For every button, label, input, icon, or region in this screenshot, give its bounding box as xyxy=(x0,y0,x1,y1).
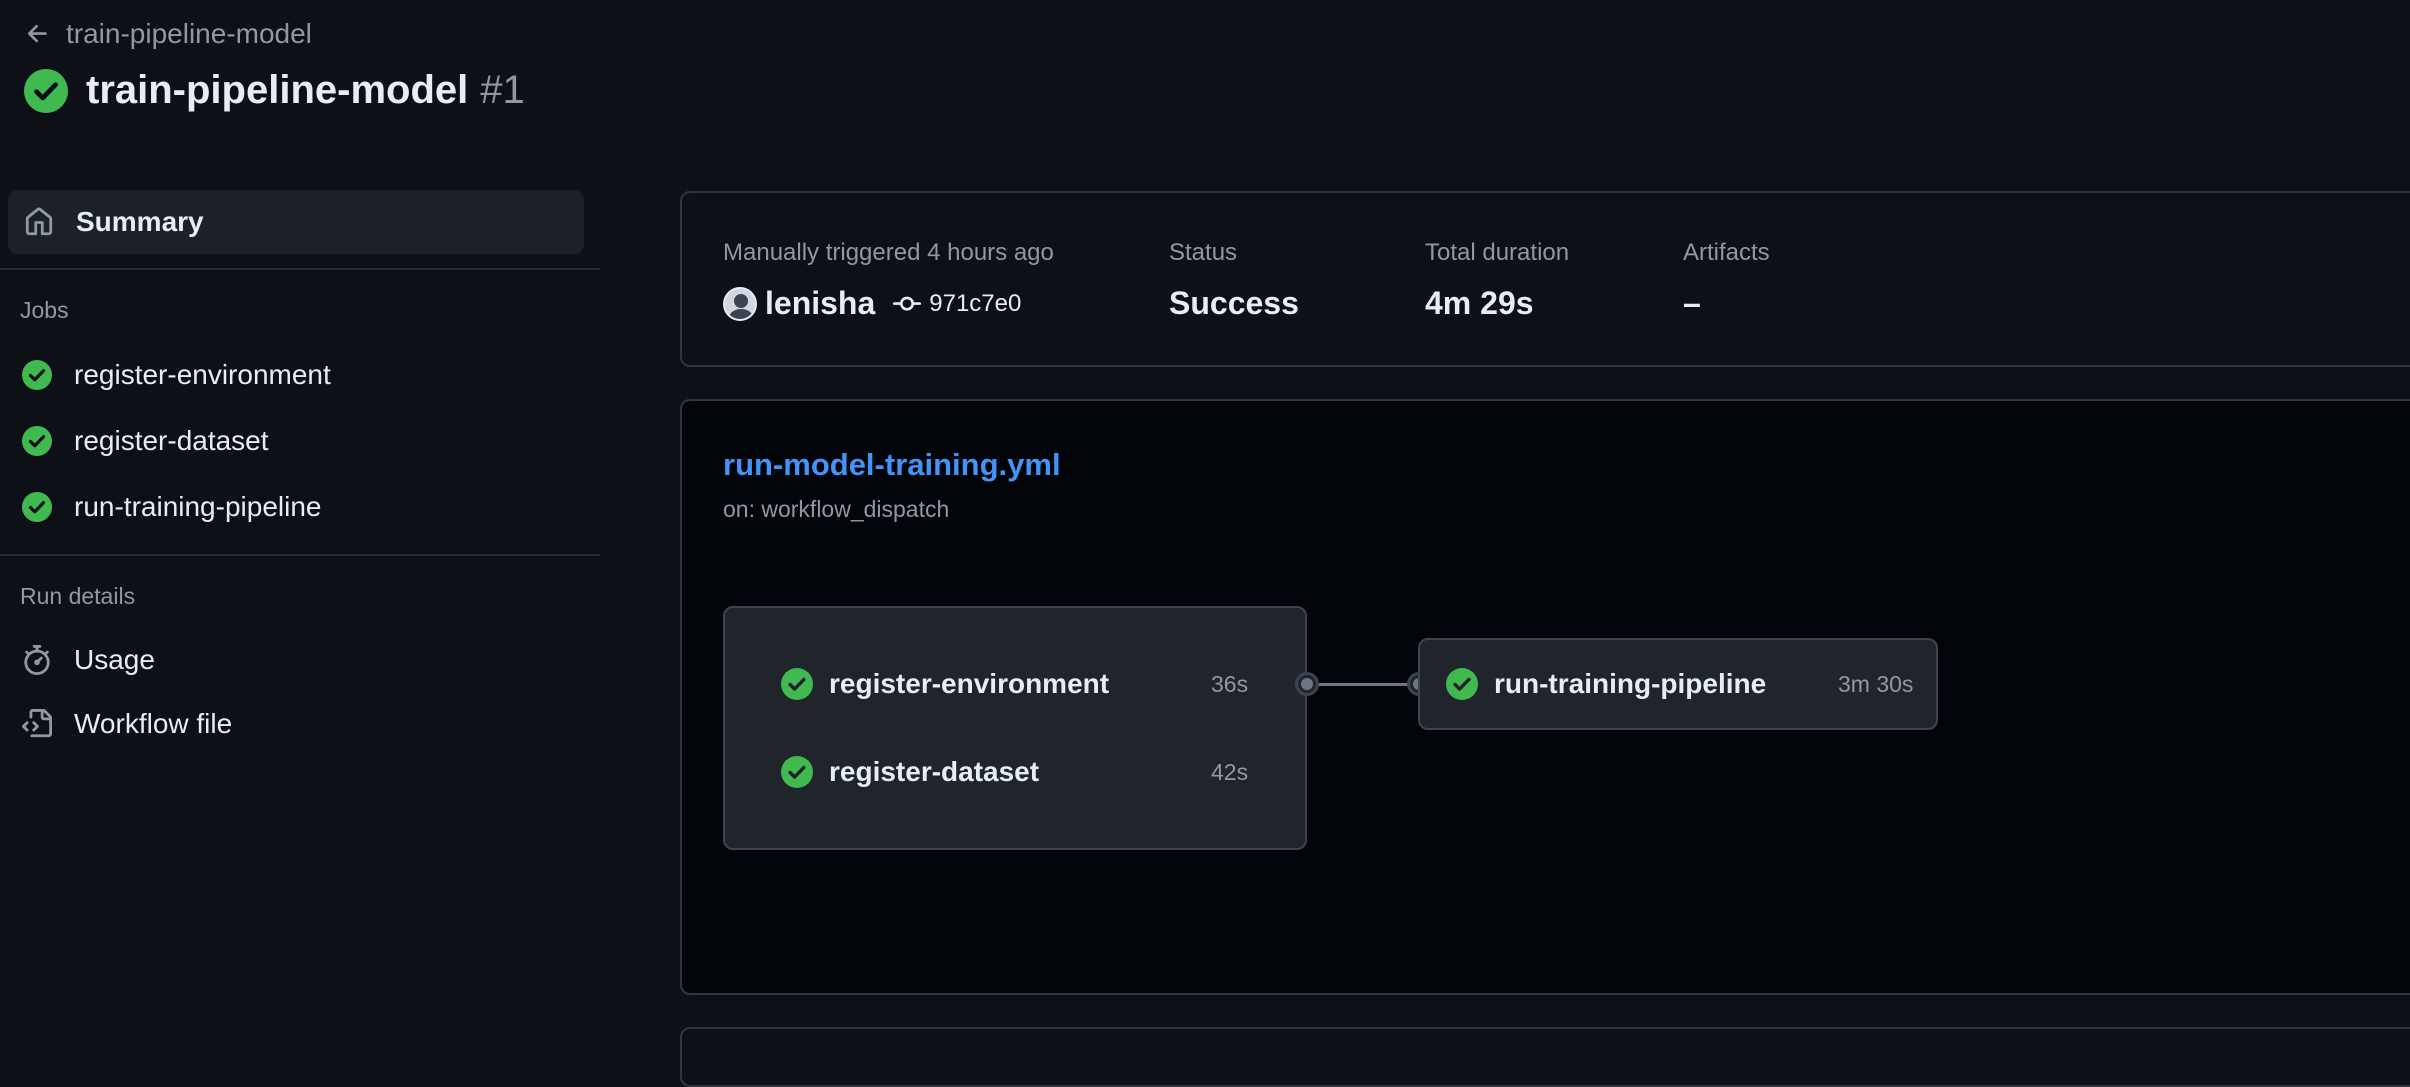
job-duration: 36s xyxy=(1211,670,1249,697)
workflow-title: train-pipeline-model xyxy=(86,68,469,112)
check-circle-fill-icon xyxy=(22,360,52,390)
status-info: Status Success xyxy=(1169,239,1299,322)
duration-info: Total duration 4m 29s xyxy=(1425,239,1569,322)
job-duration: 3m 30s xyxy=(1838,670,1914,697)
sidebar-item-workflow-file[interactable]: Workflow file xyxy=(0,692,600,756)
graph-job-run-training-pipeline-box: run-training-pipeline 3m 30s xyxy=(1418,638,1938,730)
job-duration: 42s xyxy=(1211,758,1249,785)
sidebar-divider xyxy=(0,554,600,556)
check-circle-fill-icon xyxy=(24,68,68,113)
back-link-label: train-pipeline-model xyxy=(66,18,312,49)
arrow-left-icon xyxy=(27,24,47,43)
commit-link[interactable]: 971c7e0 xyxy=(893,290,1021,318)
workflow-graph-card: run-model-training.yml on: workflow_disp… xyxy=(680,399,2410,995)
graph-job-run-training-pipeline[interactable]: run-training-pipeline 3m 30s xyxy=(1446,668,1913,700)
stopwatch-icon xyxy=(24,645,50,675)
graph-connector xyxy=(1309,683,1419,686)
graph-job-register-dataset[interactable]: register-dataset 42s xyxy=(781,756,1248,788)
artifacts-value: – xyxy=(1683,285,1701,321)
sidebar-item-register-environment[interactable]: register-environment xyxy=(0,342,600,408)
run-summary-card: Manually triggered 4 hours ago lenisha 9… xyxy=(680,191,2410,367)
trigger-label: Manually triggered 4 hours ago xyxy=(723,239,1054,266)
artifacts-label: Artifacts xyxy=(1683,239,1770,266)
run-number: #1 xyxy=(480,68,525,112)
sidebar-item-label: register-dataset xyxy=(74,425,269,456)
file-code-icon xyxy=(22,709,52,738)
user-link[interactable]: lenisha xyxy=(765,285,875,322)
graph-job-register-environment[interactable]: register-environment 36s xyxy=(781,668,1248,700)
commit-sha: 971c7e0 xyxy=(929,289,1022,317)
sidebar-item-label: Summary xyxy=(76,206,204,237)
sidebar-divider xyxy=(0,268,600,270)
status-value: Success xyxy=(1169,285,1299,321)
page-title: train-pipeline-model #1 xyxy=(24,68,525,113)
trigger-value: lenisha 971c7e0 xyxy=(723,285,1054,322)
check-circle-fill-icon xyxy=(781,756,813,788)
sidebar-item-label: register-environment xyxy=(74,359,331,390)
duration-value: 4m 29s xyxy=(1425,285,1534,321)
job-group: register-environment 36s register-datase… xyxy=(723,606,1307,850)
status-label: Status xyxy=(1169,239,1238,266)
next-section-card xyxy=(680,1027,2410,1087)
sidebar-item-label: Usage xyxy=(74,644,155,675)
job-name: run-training-pipeline xyxy=(1494,668,1767,699)
home-icon xyxy=(25,207,53,236)
check-circle-fill-icon xyxy=(1446,668,1478,700)
connector-node-out xyxy=(1295,672,1319,696)
job-name: register-dataset xyxy=(829,756,1040,787)
sidebar-item-label: Workflow file xyxy=(74,708,233,739)
workflow-trigger: on: workflow_dispatch xyxy=(723,496,950,522)
artifacts-info: Artifacts – xyxy=(1683,239,1770,322)
duration-label: Total duration xyxy=(1425,239,1570,266)
check-circle-fill-icon xyxy=(22,426,52,456)
sidebar-item-summary[interactable]: Summary xyxy=(8,190,584,254)
jobs-heading: Jobs xyxy=(20,296,69,323)
workflow-file-link[interactable]: run-model-training.yml xyxy=(723,447,1061,483)
git-commit-icon xyxy=(893,296,922,311)
avatar[interactable] xyxy=(723,286,757,321)
sidebar-item-label: run-training-pipeline xyxy=(74,491,322,522)
back-link[interactable]: train-pipeline-model xyxy=(24,18,312,50)
run-details-heading: Run details xyxy=(20,582,136,609)
sidebar: Summary Jobs register-environment regist… xyxy=(0,190,600,756)
job-name: register-environment xyxy=(829,668,1110,699)
check-circle-fill-icon xyxy=(22,492,52,522)
sidebar-item-usage[interactable]: Usage xyxy=(0,628,600,692)
trigger-info: Manually triggered 4 hours ago lenisha 9… xyxy=(723,239,1054,322)
sidebar-item-register-dataset[interactable]: register-dataset xyxy=(0,408,600,474)
sidebar-item-run-training-pipeline[interactable]: run-training-pipeline xyxy=(0,474,600,540)
check-circle-fill-icon xyxy=(781,668,813,700)
